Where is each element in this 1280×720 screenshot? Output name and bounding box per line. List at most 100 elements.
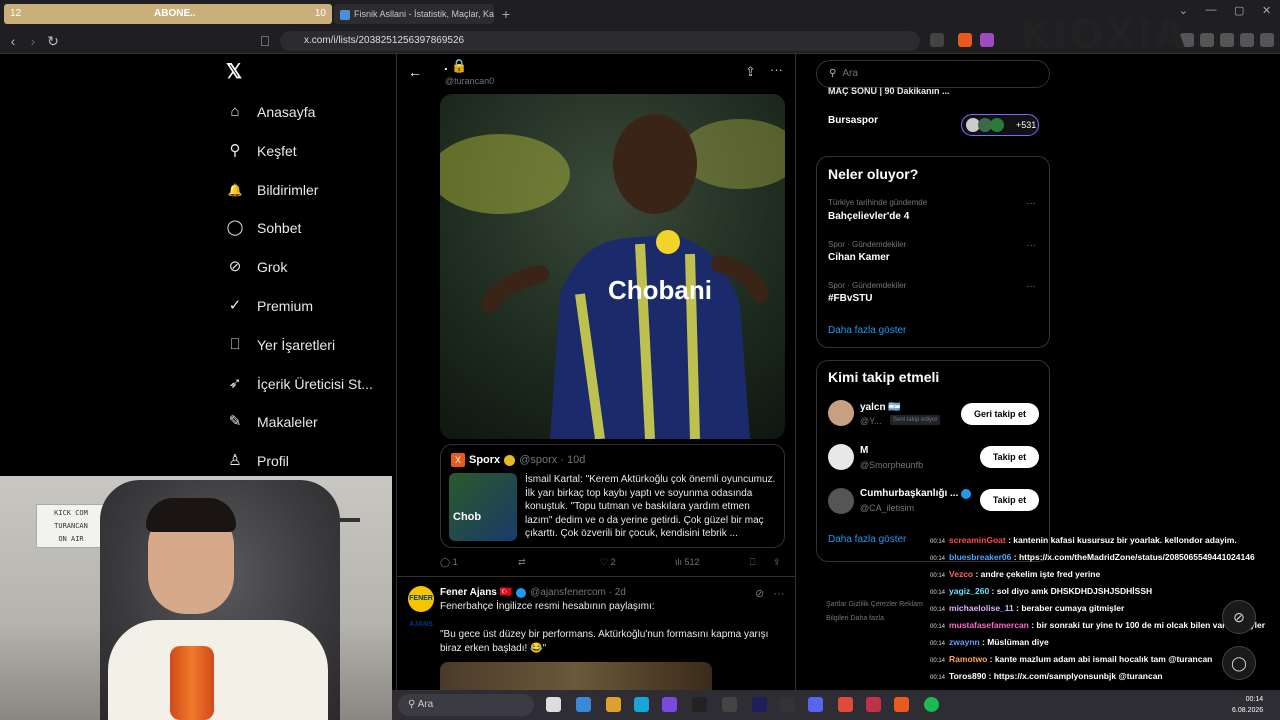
- follow-name[interactable]: Cumhurbaşkanlığı ...: [860, 488, 958, 499]
- maximize-button[interactable]: ▢: [1234, 4, 1244, 22]
- discord-icon[interactable]: [808, 697, 823, 712]
- follow-button[interactable]: Takip et: [980, 489, 1039, 511]
- brave-rewards-icon[interactable]: [980, 33, 994, 47]
- sidebar-item-explore[interactable]: ⚲ Keşfet: [226, 139, 297, 163]
- more-icon[interactable]: ···: [1026, 240, 1036, 251]
- brave-shield-icon[interactable]: [958, 33, 972, 47]
- menu-icon[interactable]: [1260, 33, 1274, 47]
- sidebar-item-grok[interactable]: ⊘ Grok: [226, 255, 288, 279]
- views-icon[interactable]: ılı 512: [675, 557, 700, 567]
- more-icon[interactable]: ···: [1026, 198, 1036, 209]
- app-icon[interactable]: [780, 697, 795, 712]
- bookmark-page-icon[interactable]: ⎕: [256, 32, 274, 50]
- chat-text: : https://x.com/samplyonsunbjk @turancan: [986, 671, 1163, 681]
- trend-name[interactable]: Bahçelievler'de 4: [828, 211, 909, 222]
- sidebar-item-premium[interactable]: ✓ Premium: [226, 294, 313, 318]
- share-tweet-icon[interactable]: ⇪: [773, 557, 781, 568]
- chat-username[interactable]: Vezco: [949, 569, 973, 579]
- chat-username[interactable]: Ramotwo: [949, 654, 987, 664]
- avatar[interactable]: [828, 488, 854, 514]
- obs-icon[interactable]: [692, 697, 707, 712]
- reply-icon[interactable]: ◯ 1: [440, 557, 458, 568]
- forward-icon[interactable]: ›: [24, 32, 42, 50]
- wallet-icon[interactable]: [1200, 33, 1214, 47]
- search-input[interactable]: ⚲ Ara: [816, 60, 1050, 88]
- extension-icon[interactable]: [930, 33, 944, 47]
- chat-username[interactable]: yagiz_260: [949, 586, 989, 596]
- close-button[interactable]: ✕: [1262, 4, 1271, 22]
- follow-name[interactable]: yalcn 🇦🇷: [860, 402, 901, 413]
- taskbar-search[interactable]: ⚲ Ara: [398, 694, 534, 716]
- chrome-icon[interactable]: [838, 697, 853, 712]
- chat-username[interactable]: mustafasefamercan: [949, 620, 1029, 630]
- author-name[interactable]: Fener Ajans 🇹🇷: [440, 587, 512, 598]
- chat-username[interactable]: screaminGoat: [949, 535, 1006, 545]
- messages-float-icon[interactable]: ◯: [1222, 646, 1256, 680]
- follow-back-button[interactable]: Geri takip et: [961, 403, 1039, 425]
- avatar[interactable]: [828, 444, 854, 470]
- community-name[interactable]: Bursaspor: [828, 115, 878, 126]
- chat-username[interactable]: bluesbreaker06: [949, 552, 1011, 562]
- tweet-photo[interactable]: Chobani: [440, 94, 785, 439]
- grok-float-icon[interactable]: ⊘: [1222, 600, 1256, 634]
- tweet-media[interactable]: [440, 662, 712, 692]
- taskbar-clock[interactable]: 00:14 6.08.2026: [1232, 694, 1263, 716]
- store-icon[interactable]: [576, 697, 591, 712]
- capcut-icon[interactable]: [722, 697, 737, 712]
- sidebar-item-articles[interactable]: ✎ Makaleler: [226, 410, 318, 434]
- minimize-button[interactable]: —: [1206, 4, 1217, 22]
- task-view-icon[interactable]: [546, 697, 561, 712]
- quoted-author-name[interactable]: Sporx: [469, 454, 500, 466]
- trend-name[interactable]: Cihan Kamer: [828, 252, 890, 263]
- app-icon[interactable]: [866, 697, 881, 712]
- bookmark-tweet-icon[interactable]: ⎕: [750, 557, 755, 568]
- tab-abone[interactable]: 12 ABONE.. 10: [4, 4, 332, 24]
- new-tab-button[interactable]: +: [498, 6, 514, 22]
- more-icon[interactable]: ···: [770, 62, 783, 77]
- premiere-icon[interactable]: [752, 697, 767, 712]
- chat-username[interactable]: michaelolise_11: [949, 603, 1014, 613]
- edge-icon[interactable]: [634, 697, 649, 712]
- app-icon[interactable]: [662, 697, 677, 712]
- sidebar-item-profile[interactable]: ♙ Profil: [226, 449, 289, 473]
- avatar[interactable]: FENER AJANS: [408, 586, 434, 628]
- like-icon[interactable]: ♡ 2: [600, 557, 616, 568]
- avatar[interactable]: [828, 400, 854, 426]
- sidebar-item-notifications[interactable]: 🔔 Bildirimler: [226, 178, 319, 202]
- leo-icon[interactable]: [1220, 33, 1234, 47]
- list-owner-handle[interactable]: @turancan0: [445, 76, 494, 86]
- back-icon[interactable]: ‹: [4, 32, 22, 50]
- retweet-icon[interactable]: ⇄: [518, 557, 526, 568]
- brave-icon[interactable]: [894, 697, 909, 712]
- sidebar-item-creator-studio[interactable]: ➶ İçerik Üreticisi St...: [226, 372, 373, 396]
- show-more-trends-link[interactable]: Daha fazla göster: [828, 325, 906, 336]
- url-input[interactable]: x.com/i/lists/2038251256397869526: [280, 31, 920, 51]
- grok-and-more-icons[interactable]: ⊘ ···: [755, 587, 784, 600]
- sidebar-item-home[interactable]: ⌂ Anasayfa: [226, 100, 315, 124]
- subscription-item[interactable]: MAÇ SONU | 90 Dakikanın ...: [828, 86, 950, 96]
- vpn-icon[interactable]: [1240, 33, 1254, 47]
- community-members-pill[interactable]: +531: [961, 114, 1039, 136]
- x-logo-icon[interactable]: 𝕏: [226, 62, 246, 82]
- sidebar-item-label: Makaleler: [257, 414, 318, 430]
- spotify-icon[interactable]: [924, 697, 939, 712]
- search-placeholder: Ara: [842, 68, 858, 79]
- sidebar-item-chat[interactable]: ◯ Sohbet: [226, 216, 302, 240]
- chat-username[interactable]: zwaynn: [949, 637, 980, 647]
- follow-name[interactable]: M: [860, 445, 868, 456]
- chat-username[interactable]: Toros890: [949, 671, 986, 681]
- back-arrow-icon[interactable]: ←: [408, 64, 422, 80]
- file-explorer-icon[interactable]: [606, 697, 621, 712]
- more-icon[interactable]: ···: [1026, 281, 1036, 292]
- quoted-tweet[interactable]: X Sporx @sporx · 10d Chob İsmail Kartal:…: [440, 444, 785, 548]
- show-more-follow-link[interactable]: Daha fazla göster: [828, 534, 906, 545]
- reload-icon[interactable]: ↻: [44, 32, 62, 50]
- trend-name[interactable]: #FBvSTU: [828, 293, 872, 304]
- chat-message: 00:14 zwaynn : Müslüman diye: [930, 637, 1049, 647]
- chat-message: 00:14 bluesbreaker06 : https://x.com/theM…: [930, 552, 1255, 562]
- sidebar-item-bookmarks[interactable]: ⎕ Yer İşaretleri: [226, 333, 335, 357]
- follow-button[interactable]: Takip et: [980, 446, 1039, 468]
- tab-fisnik[interactable]: Fisnik Asllani - İstatistik, Maçlar, Kar…: [334, 4, 494, 24]
- footer-links[interactable]: Şartlar Gizlilik Çerezler Reklam Bilgile…: [826, 598, 946, 626]
- share-icon[interactable]: ⇪: [745, 64, 756, 80]
